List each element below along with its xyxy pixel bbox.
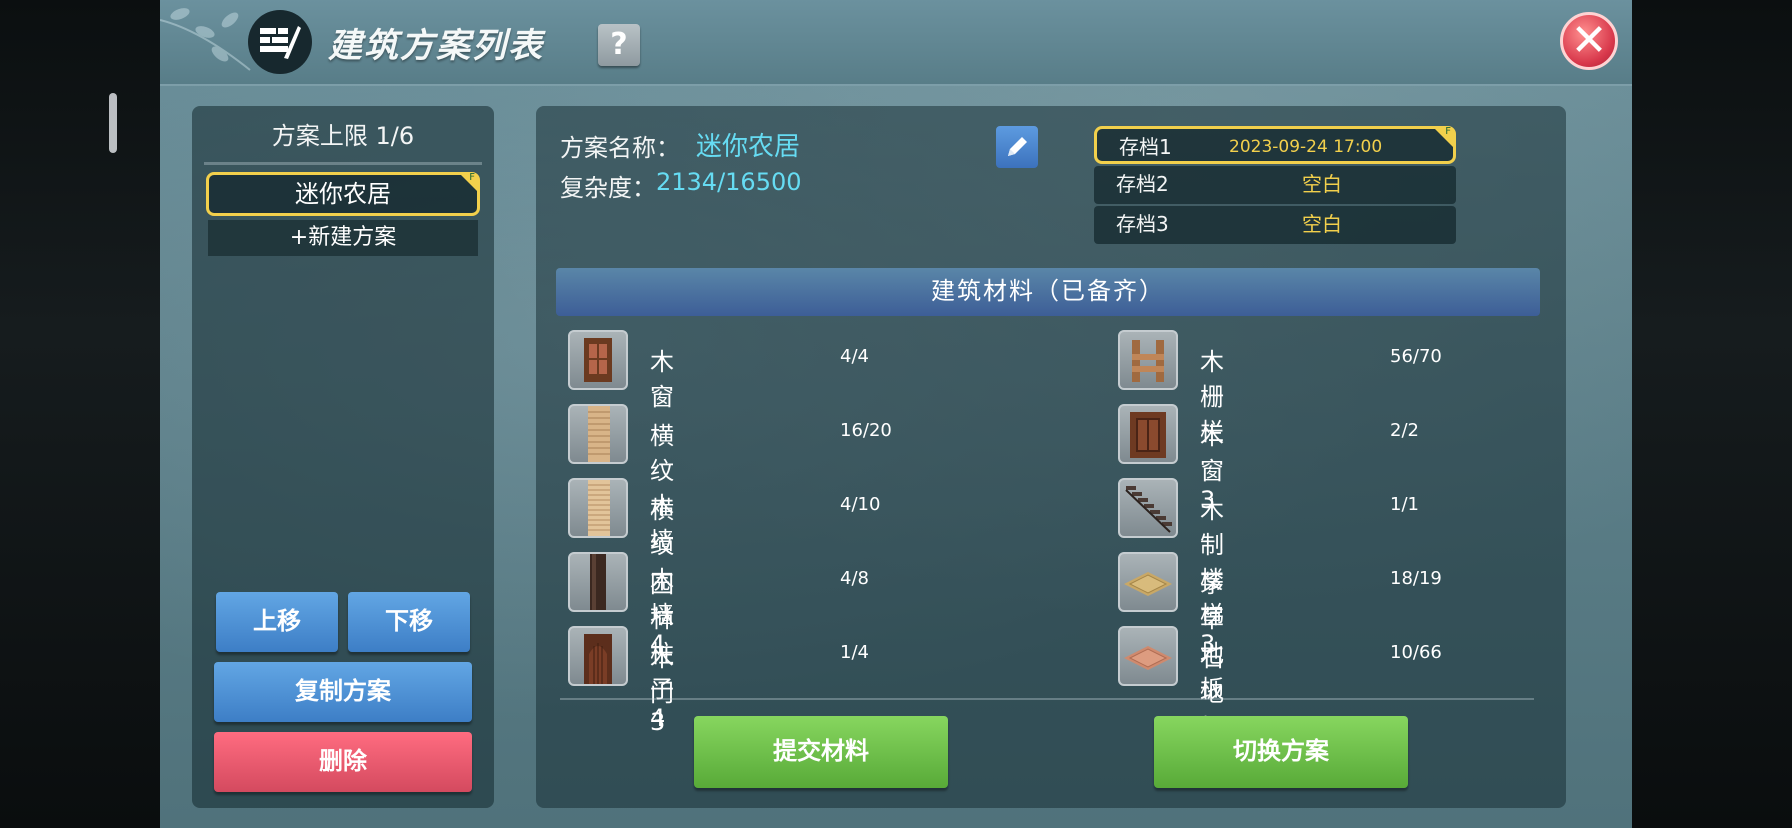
plan-detail-panel: 方案名称： 迷你农居 复杂度： 2134/16500 存档1 2023-09-2…	[536, 106, 1566, 808]
side-drawer-handle[interactable]	[109, 93, 117, 153]
material-count: 18/19	[1390, 568, 1442, 589]
copy-plan-button[interactable]: 复制方案	[214, 662, 472, 722]
close-icon: ✕	[1570, 15, 1608, 66]
plan-limit-text: 方案上限 1/6	[271, 122, 415, 150]
delete-button[interactable]: 删除	[214, 732, 472, 792]
wood-window-icon	[568, 330, 628, 390]
striped-wood-wall-4-icon	[568, 478, 628, 538]
help-button[interactable]: ?	[598, 24, 640, 66]
garden-pillar-icon	[568, 552, 628, 612]
divider	[204, 162, 482, 165]
material-count: 1/1	[1390, 494, 1419, 515]
material-count: 16/20	[840, 420, 892, 441]
complexity-value: 2134/16500	[656, 168, 802, 196]
save-slot-value: 空白	[1302, 172, 1342, 196]
material-count: 4/4	[840, 346, 869, 367]
save-slot-2[interactable]: 存档2 空白	[1094, 166, 1456, 204]
new-plan-button[interactable]: +新建方案	[208, 220, 478, 256]
building-plan-icon	[248, 10, 312, 74]
material-count: 10/66	[1390, 642, 1442, 663]
divider	[560, 698, 1534, 700]
material-count: 4/8	[840, 568, 869, 589]
material-name: 木窗	[650, 348, 674, 411]
title-bar: 建筑方案列表 ? ✕	[160, 0, 1632, 86]
switch-plan-button[interactable]: 切换方案	[1154, 716, 1408, 788]
save-slot-name: 存档2	[1116, 172, 1169, 196]
plan-name-label: 方案名称：	[560, 134, 680, 162]
thatch-floor-icon	[1118, 552, 1178, 612]
favorite-badge: F	[469, 172, 475, 183]
submit-materials-button[interactable]: 提交材料	[694, 716, 948, 788]
pencil-icon	[1008, 137, 1027, 156]
edit-name-button[interactable]	[996, 126, 1038, 168]
material-count: 2/2	[1390, 420, 1419, 441]
material-count: 4/10	[840, 494, 881, 515]
close-button[interactable]: ✕	[1560, 12, 1618, 70]
stone-floor-icon	[1118, 626, 1178, 686]
material-count: 1/4	[840, 642, 869, 663]
materials-header: 建筑材料（已备齐）	[556, 268, 1540, 316]
wood-window-3-icon	[1118, 404, 1178, 464]
complexity-label: 复杂度：	[560, 174, 656, 202]
wood-door-icon	[568, 626, 628, 686]
plan-list-panel: 方案上限 1/6 迷你农居 F +新建方案 上移 下移 复制方案 删除	[192, 106, 494, 808]
wood-fence-icon	[1118, 330, 1178, 390]
save-slot-name: 存档3	[1116, 212, 1169, 236]
plan-list-item[interactable]: 迷你农居 F	[206, 172, 480, 216]
save-slot-name: 存档1	[1119, 135, 1172, 159]
material-count: 56/70	[1390, 346, 1442, 367]
background-left	[0, 0, 160, 828]
move-down-button[interactable]: 下移	[348, 592, 470, 652]
favorite-badge: F	[1445, 126, 1451, 137]
save-slot-3[interactable]: 存档3 空白	[1094, 206, 1456, 244]
window-title: 建筑方案列表	[328, 26, 544, 66]
plan-name: 迷你农居	[295, 180, 391, 208]
building-plan-window: 建筑方案列表 ? ✕ 方案上限 1/6 迷你农居 F +新建方案 上移 下移 复…	[160, 0, 1632, 828]
move-up-button[interactable]: 上移	[216, 592, 338, 652]
material-name: 木门3	[650, 644, 674, 736]
plan-name-value: 迷你农居	[696, 132, 801, 162]
wood-stairs-icon	[1118, 478, 1178, 538]
striped-wood-wall-icon	[568, 404, 628, 464]
background-right	[1632, 0, 1792, 828]
save-slot-1[interactable]: 存档1 2023-09-24 17:00 F	[1094, 126, 1456, 164]
save-slot-value: 空白	[1302, 212, 1342, 236]
save-slot-value: 2023-09-24 17:00	[1229, 137, 1383, 157]
